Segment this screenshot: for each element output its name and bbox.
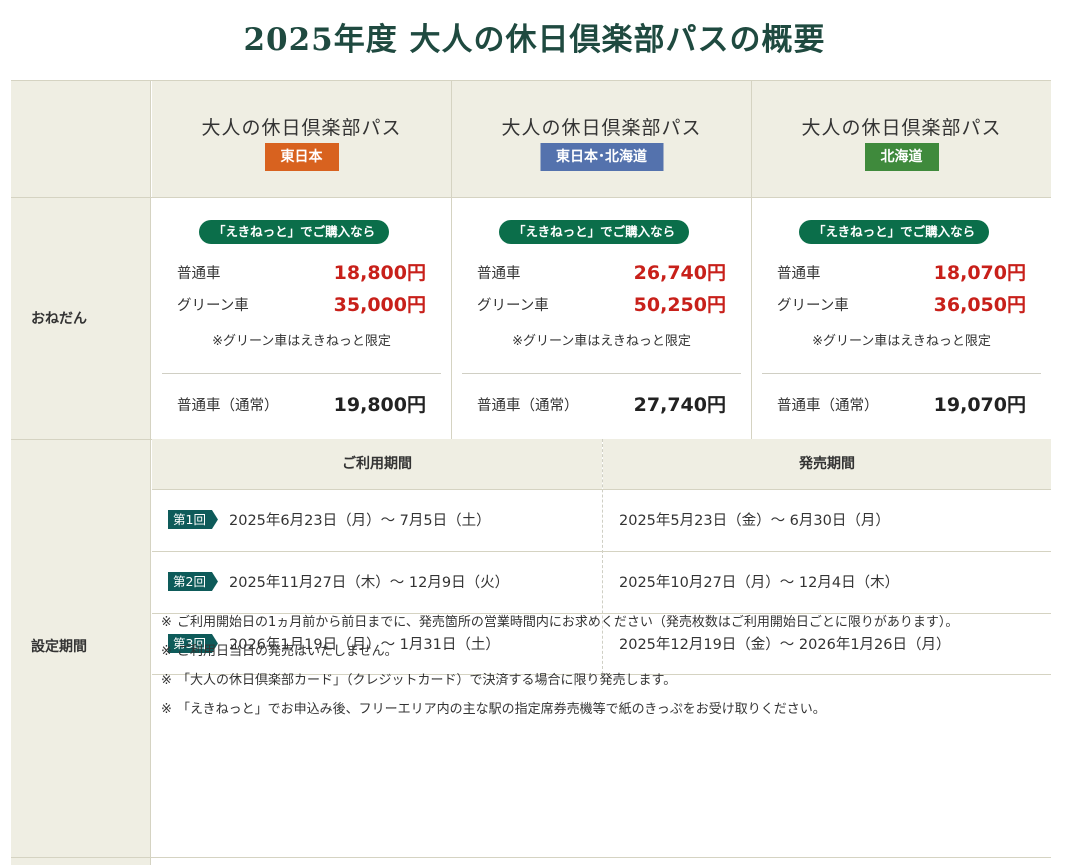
note-mark: ※ xyxy=(161,673,172,688)
round-tag: 第1回 xyxy=(168,510,218,529)
standard-label: 普通車 xyxy=(177,266,221,282)
note-text: ご利用開始日の1ヵ月前から前日までに、発売箇所の営業時間内にお求めください（発売… xyxy=(177,615,959,630)
note-text: 「大人の休日倶楽部カード」（クレジットカード）で決済する場合に限り発売します。 xyxy=(177,673,677,688)
period-notes: ※ ご利用開始日の1ヵ月前から前日までに、発売箇所の営業時間内にお求めください（… xyxy=(161,612,1011,728)
note-mark: ※ xyxy=(161,615,172,630)
note-item: ※ ご利用日当日の発売はいたしません。 xyxy=(161,641,1011,663)
area-badge-east-hokkaido: 東日本･北海道 xyxy=(540,143,663,171)
regular-label: 普通車（通常） xyxy=(177,398,279,414)
green-label: グリーン車 xyxy=(177,298,249,314)
note-item: ※ 「大人の休日倶楽部カード」（クレジットカード）で決済する場合に限り発売します… xyxy=(161,670,1011,692)
area-badge-hokkaido: 北海道 xyxy=(864,143,939,171)
round-tag: 第2回 xyxy=(168,572,218,591)
row-divider xyxy=(11,857,1051,858)
price-divider xyxy=(762,373,1041,374)
pass-name: 大人の休日倶楽部パス xyxy=(201,117,402,139)
use-period: 2025年6月23日（月）～ 7月5日（土） xyxy=(229,513,491,529)
green-price: 36,050円 xyxy=(933,294,1026,316)
note-text: ご利用日当日の発売はいたしません。 xyxy=(177,644,398,659)
pass-header-hokkaido: 大人の休日倶楽部パス 北海道 xyxy=(752,81,1051,197)
corner-cell xyxy=(11,81,151,197)
regular-label: 普通車（通常） xyxy=(777,398,879,414)
green-price: 50,250円 xyxy=(633,294,726,316)
price-divider xyxy=(462,373,741,374)
standard-price: 18,800円 xyxy=(333,262,426,284)
area-badge-east: 東日本 xyxy=(264,143,339,171)
note-mark: ※ xyxy=(161,644,172,659)
pass-name: 大人の休日倶楽部パス xyxy=(501,117,702,139)
sale-period-header: 発売期間 xyxy=(603,439,1051,489)
green-label: グリーン車 xyxy=(777,298,849,314)
sale-period: 2025年5月23日（金）～ 6月30日（月） xyxy=(619,513,890,529)
standard-label: 普通車 xyxy=(777,266,821,282)
sale-period: 2025年10月27日（月）～ 12月4日（木） xyxy=(619,575,900,591)
period-row-1: 第1回 2025年6月23日（月）～ 7月5日（土） 2025年5月23日（金）… xyxy=(152,489,1051,551)
green-note: ※グリーン車はえきねっと限定 xyxy=(812,334,991,349)
price-row-header: おねだん xyxy=(11,198,151,439)
price-divider xyxy=(162,373,441,374)
price-cell-east: 「えきねっと」でご購入なら 普通車 18,800円 グリーン車 35,000円 … xyxy=(152,198,452,439)
green-note: ※グリーン車はえきねっと限定 xyxy=(512,334,691,349)
pass-overview-table: おねだん 設定期間 大人の休日倶楽部パス 東日本 大人の休日倶楽部パス 東日本･… xyxy=(11,80,1051,865)
standard-price: 26,740円 xyxy=(633,262,726,284)
regular-label: 普通車（通常） xyxy=(477,398,579,414)
standard-price: 18,070円 xyxy=(933,262,1026,284)
price-cell-hokkaido: 「えきねっと」でご購入なら 普通車 18,070円 グリーン車 36,050円 … xyxy=(752,198,1051,439)
period-row-2: 第2回 2025年11月27日（木）～ 12月9日（火） 2025年10月27日… xyxy=(152,551,1051,613)
regular-price: 19,800円 xyxy=(333,394,426,416)
green-price: 35,000円 xyxy=(333,294,426,316)
pass-header-east-hokkaido: 大人の休日倶楽部パス 東日本･北海道 xyxy=(452,81,752,197)
page-title: 2025年度 大人の休日倶楽部パスの概要 xyxy=(243,22,826,58)
pass-header-east: 大人の休日倶楽部パス 東日本 xyxy=(152,81,452,197)
ekinet-badge: 「えきねっと」でご購入なら xyxy=(499,220,690,244)
regular-price: 19,070円 xyxy=(933,394,1026,416)
regular-price: 27,740円 xyxy=(633,394,726,416)
price-cell-east-hokkaido: 「えきねっと」でご購入なら 普通車 26,740円 グリーン車 50,250円 … xyxy=(452,198,752,439)
standard-label: 普通車 xyxy=(477,266,521,282)
period-row-header: 設定期間 xyxy=(11,440,151,865)
period-row-label: 設定期間 xyxy=(31,639,87,655)
green-note: ※グリーン車はえきねっと限定 xyxy=(212,334,391,349)
note-item: ※ ご利用開始日の1ヵ月前から前日までに、発売箇所の営業時間内にお求めください（… xyxy=(161,612,1011,634)
note-text: 「えきねっと」でお申込み後、フリーエリア内の主な駅の指定席券売機等で紙のきっぷを… xyxy=(177,702,826,717)
price-row-label: おねだん xyxy=(31,311,87,327)
use-period-header: ご利用期間 xyxy=(152,439,602,489)
pass-name: 大人の休日倶楽部パス xyxy=(801,117,1002,139)
note-mark: ※ xyxy=(161,702,172,717)
green-label: グリーン車 xyxy=(477,298,549,314)
ekinet-badge: 「えきねっと」でご購入なら xyxy=(799,220,990,244)
ekinet-badge: 「えきねっと」でご購入なら xyxy=(199,220,390,244)
note-item: ※ 「えきねっと」でお申込み後、フリーエリア内の主な駅の指定席券売機等で紙のきっ… xyxy=(161,699,1011,721)
use-period: 2025年11月27日（木）～ 12月9日（火） xyxy=(229,575,510,591)
